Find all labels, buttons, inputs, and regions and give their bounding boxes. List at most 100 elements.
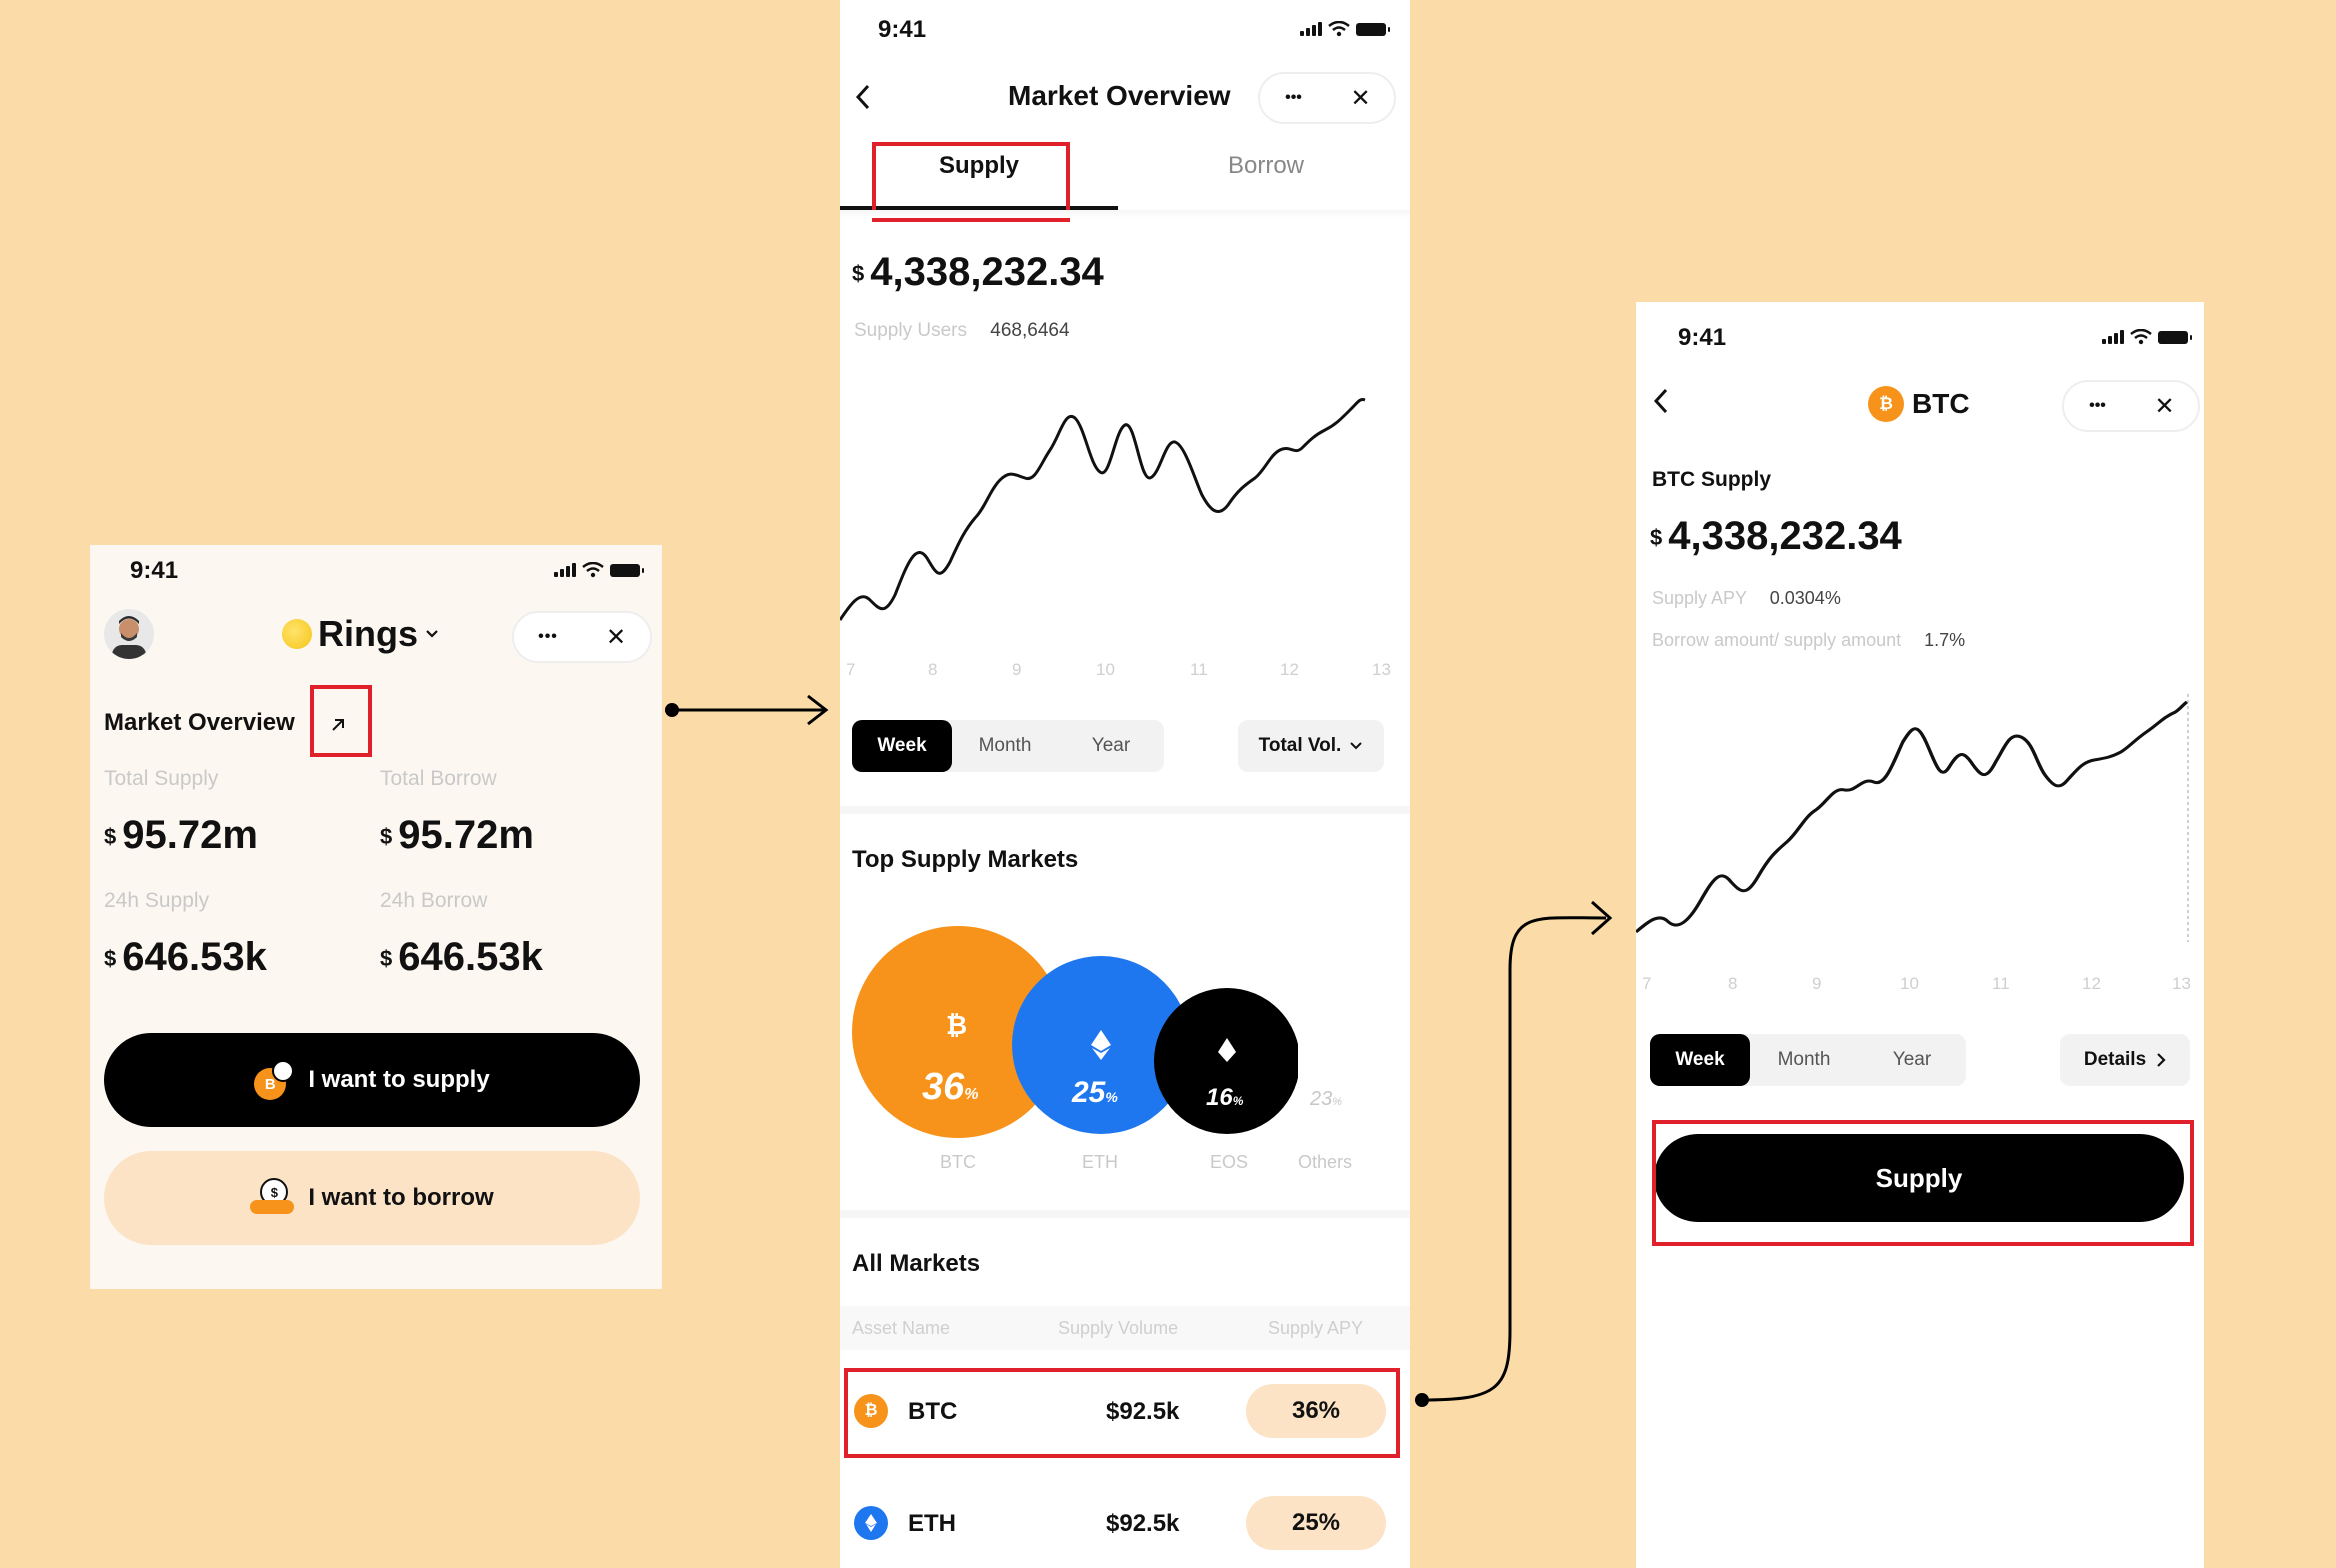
supply-total: $4,338,232.34: [1650, 514, 1902, 558]
ratio-value: 1.7%: [1924, 630, 1966, 650]
x-tick: 12: [2082, 974, 2101, 993]
bubble-pct: 36%: [922, 1066, 979, 1108]
supply-total: $4,338,232.34: [852, 250, 1104, 294]
x-tick: 8: [1728, 974, 1738, 993]
bubble-pct: 16%: [1206, 1084, 1244, 1111]
apy-label: Supply APY: [1652, 588, 1747, 608]
stat-label: 24h Supply: [104, 889, 210, 912]
supply-button[interactable]: B I want to supply: [104, 1033, 640, 1127]
x-tick: 13: [2172, 974, 2191, 993]
period-week[interactable]: Week: [1650, 1034, 1750, 1086]
x-tick: 12: [1280, 660, 1299, 679]
status-time: 9:41: [130, 557, 179, 584]
supply-line-chart: [840, 398, 1366, 621]
flow-arrow-1: [665, 694, 829, 726]
column-header: Supply APY: [1268, 1318, 1364, 1338]
x-tick: 7: [846, 660, 856, 679]
signal-icon: [554, 563, 576, 577]
users-value: 468,6464: [990, 320, 1070, 341]
wifi-icon: [582, 562, 604, 578]
btc-supply-line-chart: [1636, 694, 2189, 942]
section-divider: [840, 806, 1410, 814]
supply-apy: Supply APY 0.0304%: [1652, 588, 1841, 609]
metric-dropdown-label: Total Vol.: [1258, 735, 1342, 756]
bubble-label: BTC: [940, 1152, 976, 1172]
back-icon[interactable]: [852, 82, 876, 112]
close-icon[interactable]: ✕: [2131, 392, 2198, 421]
period-year[interactable]: Year: [1858, 1034, 1966, 1086]
flow-arrow-2: [1415, 900, 1613, 1407]
highlight-box: [844, 1368, 1400, 1458]
period-week[interactable]: Week: [852, 720, 952, 772]
stat-value: $646.53k: [104, 935, 267, 979]
period-year[interactable]: Year: [1058, 720, 1164, 772]
more-icon[interactable]: •••: [514, 628, 582, 646]
market-overview-link[interactable]: Market Overview: [104, 709, 295, 737]
supply-volume: $92.5k: [1106, 1510, 1180, 1537]
borrow-button-label: I want to borrow: [308, 1184, 494, 1211]
bubble-eos[interactable]: 16%: [1154, 988, 1300, 1134]
table-row[interactable]: ETH $92.5k 25%: [840, 1482, 1410, 1564]
ratio-label: Borrow amount/ supply amount: [1652, 630, 1902, 650]
period-month[interactable]: Month: [952, 720, 1058, 772]
more-icon[interactable]: •••: [2064, 397, 2131, 415]
section-title: Market Overview: [104, 709, 295, 736]
capsule-menu: ••• ✕: [512, 611, 652, 663]
stat-value: $95.72m: [104, 813, 258, 857]
x-tick: 7: [1642, 974, 1652, 993]
battery-icon: [2158, 330, 2192, 344]
stat-24h-borrow: 24h Borrow $646.53k: [380, 889, 543, 980]
tab-divider: [840, 210, 1410, 218]
status-bar: 9:41: [840, 0, 1410, 43]
wifi-icon: [1328, 21, 1350, 37]
apy-badge: 25%: [1246, 1496, 1386, 1550]
highlight-box: [310, 685, 372, 757]
x-tick: 11: [1190, 660, 1208, 679]
app-switcher[interactable]: Rings: [282, 613, 440, 655]
avatar[interactable]: [104, 609, 154, 659]
back-icon[interactable]: [1650, 386, 1674, 416]
status-time: 9:41: [878, 16, 927, 43]
chevron-right-icon: [2157, 1053, 2166, 1067]
btc-coin-icon: ₿: [1868, 386, 1904, 422]
metric-dropdown[interactable]: Total Vol.: [1238, 720, 1384, 772]
close-icon[interactable]: ✕: [582, 623, 650, 652]
x-tick: 10: [1096, 660, 1115, 679]
column-header: Asset Name: [852, 1318, 951, 1338]
details-button[interactable]: Details: [2060, 1034, 2190, 1086]
app-name: Rings: [318, 613, 419, 654]
x-tick: 9: [1012, 660, 1022, 679]
status-bar: 9:41: [1636, 302, 2204, 351]
period-month[interactable]: Month: [1750, 1034, 1858, 1086]
chart-line: [1636, 700, 2189, 934]
stat-value: $646.53k: [380, 935, 543, 979]
users-label: Supply Users: [854, 320, 967, 341]
wifi-icon: [2130, 329, 2152, 345]
status-icons: [554, 562, 644, 578]
rings-logo-icon: [282, 619, 312, 649]
eos-icon: [1218, 1038, 1236, 1062]
top-markets-title: Top Supply Markets: [852, 846, 1079, 873]
screen-btc-detail: 9:41 ₿ BTC ••• ✕ BTC Supply $4,338,232.3…: [1636, 302, 2204, 1568]
x-tick: 9: [1812, 974, 1822, 993]
supply-label: BTC Supply: [1652, 468, 1771, 491]
supply-button-label: I want to supply: [308, 1066, 490, 1093]
table-header: Asset Name Supply Volume Supply APY: [840, 1306, 1410, 1350]
stat-24h-supply: 24h Supply $646.53k: [104, 889, 267, 980]
chart-line: [840, 398, 1366, 621]
screen-home: 9:41 Rings ••• ✕ Market Overview Total S…: [90, 545, 662, 1289]
bubble-label: ETH: [1082, 1152, 1118, 1172]
tab-borrow[interactable]: Borrow: [1122, 152, 1410, 180]
status-bar: 9:41: [90, 545, 662, 585]
x-tick: 11: [1992, 974, 2010, 993]
x-tick: 8: [928, 660, 938, 679]
period-selector: Week Month Year: [852, 720, 1164, 772]
x-tick: 13: [1372, 660, 1391, 679]
more-icon[interactable]: •••: [1260, 89, 1327, 107]
chevron-down-icon: [1350, 742, 1363, 750]
supply-users: Supply Users 468,6464: [854, 320, 1070, 342]
capsule-menu: ••• ✕: [1258, 72, 1396, 124]
stat-value: $95.72m: [380, 813, 534, 857]
close-icon[interactable]: ✕: [1327, 84, 1394, 113]
borrow-button[interactable]: $ I want to borrow: [104, 1151, 640, 1245]
